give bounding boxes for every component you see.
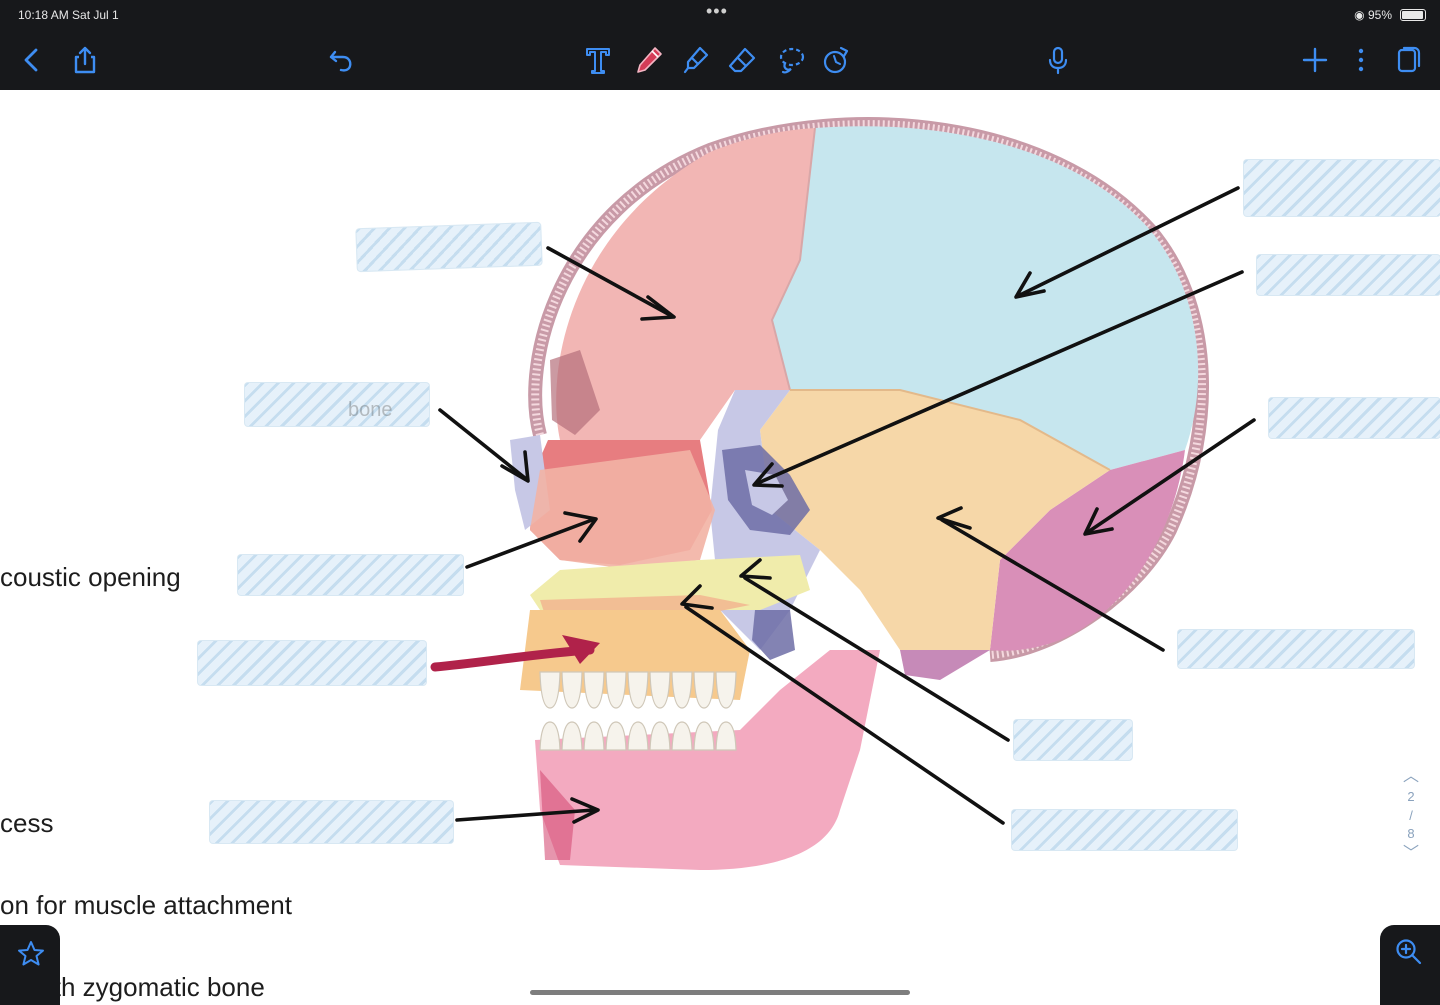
page-indicator[interactable]: ︿ 2 / 8 ﹀ — [1400, 766, 1422, 865]
favorite-button[interactable] — [0, 925, 60, 1005]
status-bar: 10:18 AM Sat Jul 1 ••• ◉ 95% — [0, 0, 1440, 30]
lasso-tool-icon[interactable] — [773, 42, 809, 78]
highlighter-tool-icon[interactable] — [678, 42, 714, 78]
tooth — [627, 721, 649, 751]
tooth — [671, 721, 693, 751]
upper-teeth — [539, 671, 737, 709]
eraser-tool-icon[interactable] — [724, 42, 760, 78]
tooth — [627, 671, 649, 709]
tooth — [583, 671, 605, 709]
tooth — [605, 671, 627, 709]
blank-label-sphenoid[interactable] — [1257, 255, 1440, 295]
page-text-process: cess — [0, 808, 54, 838]
blank-label-temporal[interactable] — [1178, 630, 1414, 668]
page-text-muscle-attachment: on for muscle attachment — [0, 890, 292, 920]
undo-icon[interactable] — [323, 42, 359, 78]
zoom-in-icon — [1396, 939, 1422, 965]
blank-label-occipital[interactable] — [1269, 398, 1440, 438]
more-icon[interactable] — [1343, 42, 1379, 78]
tooth — [583, 721, 605, 751]
tooth — [715, 671, 737, 709]
blank-label-palatine[interactable] — [1014, 720, 1132, 760]
blank-label-maxilla[interactable] — [1012, 810, 1237, 850]
blank-label-maxilla-annotated[interactable] — [198, 641, 426, 685]
tooth — [693, 671, 715, 709]
page-separator: / — [1409, 807, 1413, 823]
toolbar — [0, 30, 1440, 90]
tooth — [649, 671, 671, 709]
status-right: ◉ 95% — [1354, 8, 1392, 22]
chevron-down-icon[interactable]: ﹀ — [1400, 843, 1422, 865]
page-text-zygomatic-bone: ith zygomatic bone — [48, 972, 265, 1002]
lower-teeth — [539, 721, 737, 751]
partial-word-bone: bone — [348, 399, 393, 421]
tooth — [649, 721, 671, 751]
page-text-acoustic-opening: coustic opening — [0, 562, 181, 592]
microphone-icon[interactable] — [1040, 42, 1076, 78]
share-icon[interactable] — [67, 42, 103, 78]
page-current: 2 — [1407, 789, 1415, 805]
tooth — [715, 721, 737, 751]
tooth — [561, 721, 583, 751]
blank-label-frontal[interactable] — [356, 222, 542, 272]
blank-label-zygomatic[interactable] — [238, 555, 463, 595]
pages-icon[interactable] — [1390, 42, 1426, 78]
battery-percent: 95% — [1367, 8, 1392, 22]
status-time: 10:18 AM Sat Jul 1 — [18, 8, 119, 22]
add-page-icon[interactable] — [1297, 42, 1333, 78]
pen-tool-icon[interactable] — [631, 42, 667, 78]
tooth — [605, 721, 627, 751]
battery-icon — [1400, 9, 1426, 21]
blank-label-nasal[interactable] — [245, 383, 429, 426]
zoom-button[interactable] — [1380, 925, 1440, 1005]
page-total: 8 — [1407, 825, 1415, 841]
tooth — [561, 671, 583, 709]
back-icon[interactable] — [14, 42, 50, 78]
blank-label-mandible[interactable] — [210, 801, 453, 843]
skull-diagram — [430, 117, 1256, 870]
multitask-dots-icon[interactable]: ••• — [706, 1, 728, 22]
blank-label-parietal[interactable] — [1244, 160, 1440, 216]
home-indicator[interactable] — [530, 990, 910, 995]
chevron-up-icon[interactable]: ︿ — [1400, 766, 1422, 788]
tooth — [539, 721, 561, 751]
star-icon — [18, 941, 44, 966]
tooth — [693, 721, 715, 751]
text-tool-icon[interactable] — [580, 42, 616, 78]
tooth — [539, 671, 561, 709]
notebook-canvas[interactable]: bone coustic opening cess on for muscle … — [0, 90, 1440, 1005]
tooth — [671, 671, 693, 709]
shapes-tool-icon[interactable] — [818, 42, 854, 78]
wifi-icon: ◉ — [1354, 8, 1365, 22]
